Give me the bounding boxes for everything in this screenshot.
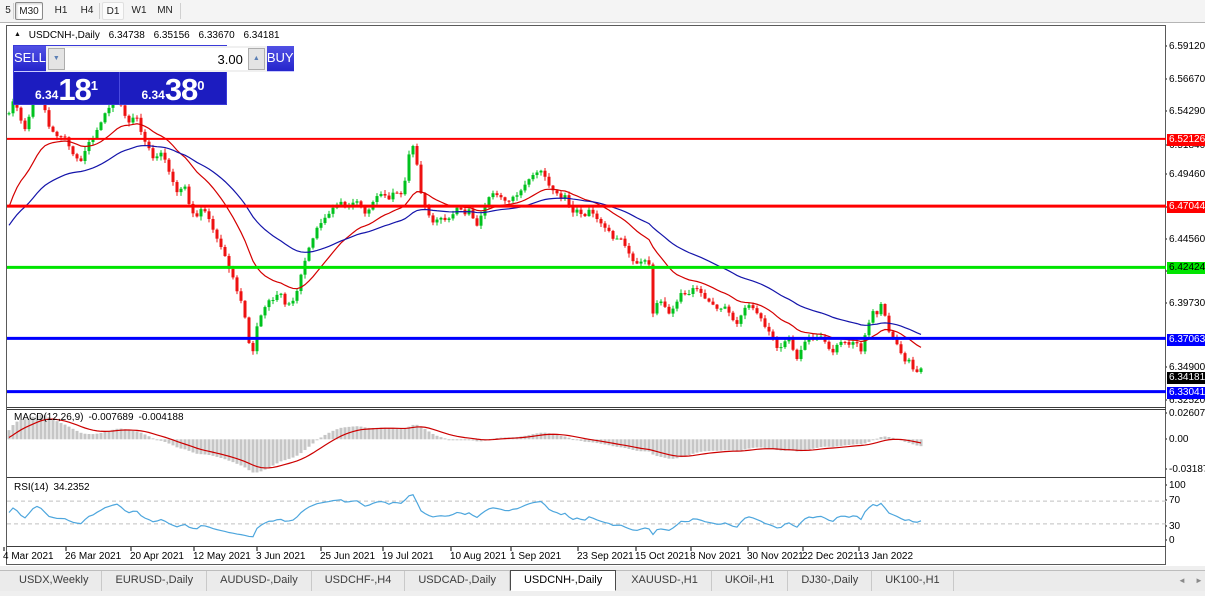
ohlc-low: 6.33670 bbox=[199, 30, 235, 41]
price-axis-label: 6.56670 bbox=[1169, 74, 1205, 85]
timeframe-button-W1[interactable]: W1 bbox=[128, 2, 150, 20]
timeframe-button-MN[interactable]: MN bbox=[154, 2, 176, 20]
indicator-axis-label: 0 bbox=[1169, 535, 1175, 546]
buy-price-sup: 0 bbox=[197, 78, 204, 93]
volume-stepper: ▼ ▲ bbox=[46, 46, 267, 72]
price-axis: 6.591206.566706.542906.518406.494606.470… bbox=[1167, 25, 1205, 565]
chart-title: ▲ USDCNH-,Daily 6.34738 6.35156 6.33670 … bbox=[14, 30, 280, 42]
date-axis-label: 10 Aug 2021 bbox=[450, 551, 506, 562]
sell-price-prefix: 6.34 bbox=[35, 88, 58, 102]
mt4-window: 5M30H1H4D1W1MN ▲ USDCNH-,Daily 6.34738 6… bbox=[0, 0, 1205, 596]
chart-tab-xauusd-h1[interactable]: XAUUSD-,H1 bbox=[618, 571, 712, 591]
price-level-badge: 6.33041 bbox=[1167, 387, 1205, 399]
volume-input[interactable] bbox=[65, 48, 248, 70]
price-level-badge: 6.52126 bbox=[1167, 134, 1205, 146]
date-axis-label: 12 May 2021 bbox=[193, 551, 251, 562]
date-axis-label: 3 Jun 2021 bbox=[256, 551, 306, 562]
price-axis-label: 6.59120 bbox=[1169, 41, 1205, 52]
buy-price-prefix: 6.34 bbox=[141, 88, 164, 102]
chart-tab-usdcad-daily[interactable]: USDCAD-,Daily bbox=[405, 571, 510, 591]
chart-symbol-label: USDCNH-,Daily bbox=[29, 30, 100, 41]
sell-price-display[interactable]: 6.34 18 1 bbox=[14, 72, 120, 105]
sell-price-sup: 1 bbox=[91, 78, 98, 93]
ohlc-high: 6.35156 bbox=[154, 30, 190, 41]
chart-tab-usdx-weekly[interactable]: USDX,Weekly bbox=[6, 571, 102, 591]
indicator-axis-label: 30 bbox=[1169, 521, 1180, 532]
collapse-panel-icon[interactable]: ▲ bbox=[14, 31, 21, 38]
timeframe-button-D1[interactable]: D1 bbox=[102, 2, 124, 20]
date-axis-label: 1 Sep 2021 bbox=[510, 551, 561, 562]
chart-tab-dj30-daily[interactable]: DJ30-,Daily bbox=[788, 571, 872, 591]
toolbar-separator bbox=[13, 3, 14, 19]
ohlc-close: 6.34181 bbox=[243, 30, 279, 41]
date-axis-label: 26 Mar 2021 bbox=[65, 551, 121, 562]
volume-increase-icon[interactable]: ▲ bbox=[248, 48, 265, 70]
timeframe-button-M30[interactable]: M30 bbox=[15, 2, 43, 20]
chart-tab-usdcnh-daily[interactable]: USDCNH-,Daily bbox=[510, 570, 616, 591]
timeframe-toolbar: 5M30H1H4D1W1MN bbox=[0, 0, 1205, 23]
buy-button[interactable]: BUY bbox=[267, 46, 294, 72]
date-axis-label: 8 Nov 2021 bbox=[690, 551, 741, 562]
buy-price-big: 38 bbox=[165, 75, 197, 105]
toolbar-separator bbox=[99, 3, 100, 19]
price-axis-label: 6.54290 bbox=[1169, 106, 1205, 117]
chart-tabbar: USDX,WeeklyEURUSD-,DailyAUDUSD-,DailyUSD… bbox=[0, 570, 1205, 591]
date-axis-label: 25 Jun 2021 bbox=[320, 551, 375, 562]
price-level-badge: 6.34181 bbox=[1167, 372, 1205, 384]
chart-tab-uk100-h1[interactable]: UK100-,H1 bbox=[872, 571, 953, 591]
chart-window: ▲ USDCNH-,Daily 6.34738 6.35156 6.33670 … bbox=[0, 24, 1205, 566]
price-level-badge: 6.42424 bbox=[1167, 262, 1205, 274]
indicator-axis-label: 70 bbox=[1169, 495, 1180, 506]
date-axis-label: 4 Mar 2021 bbox=[3, 551, 54, 562]
chart-tab-ukoil-h1[interactable]: UKOil-,H1 bbox=[712, 571, 789, 591]
price-level-badge: 6.47044 bbox=[1167, 201, 1205, 213]
volume-decrease-icon[interactable]: ▼ bbox=[48, 48, 65, 70]
price-axis-label: 6.49460 bbox=[1169, 169, 1205, 180]
macd-label: MACD(12,26,9)-0.007689-0.004188 bbox=[14, 412, 189, 423]
one-click-trade-panel: SELL ▼ ▲ BUY 6.34 18 1 6.34 38 0 bbox=[13, 45, 227, 105]
ohlc-open: 6.34738 bbox=[109, 30, 145, 41]
chart-tab-usdchf-h4[interactable]: USDCHF-,H4 bbox=[312, 571, 406, 591]
chart-tab-audusd-daily[interactable]: AUDUSD-,Daily bbox=[207, 571, 312, 591]
date-axis-label: 22 Dec 2021 bbox=[802, 551, 859, 562]
timeframe-button-H4[interactable]: H4 bbox=[76, 2, 98, 20]
price-axis-label: 6.44560 bbox=[1169, 234, 1205, 245]
toolbar-separator bbox=[180, 3, 181, 19]
sell-price-big: 18 bbox=[58, 75, 90, 105]
timeframe-button-H1[interactable]: H1 bbox=[50, 2, 72, 20]
chart-tab-eurusd-daily[interactable]: EURUSD-,Daily bbox=[102, 571, 207, 591]
price-axis-label: 6.39730 bbox=[1169, 298, 1205, 309]
tabbar-scroll-left-icon[interactable]: ◄ bbox=[1178, 576, 1186, 585]
date-axis-label: 30 Nov 2021 bbox=[747, 551, 804, 562]
sell-button[interactable]: SELL bbox=[14, 46, 46, 72]
tabbar-scroll-right-icon[interactable]: ► bbox=[1195, 576, 1203, 585]
price-level-badge: 6.37063 bbox=[1167, 334, 1205, 346]
date-axis-label: 19 Jul 2021 bbox=[382, 551, 434, 562]
indicator-axis-label: 0.02607 bbox=[1169, 408, 1205, 419]
indicator-axis-label: -0.03187 bbox=[1169, 464, 1205, 475]
buy-price-display[interactable]: 6.34 38 0 bbox=[120, 72, 226, 105]
date-axis-label: 20 Apr 2021 bbox=[130, 551, 184, 562]
date-axis-label: 15 Oct 2021 bbox=[635, 551, 689, 562]
date-axis-label: 13 Jan 2022 bbox=[858, 551, 913, 562]
indicator-axis-label: 0.00 bbox=[1169, 434, 1188, 445]
indicator-axis-label: 100 bbox=[1169, 480, 1186, 491]
rsi-label: RSI(14)34.2352 bbox=[14, 482, 95, 493]
date-axis-label: 23 Sep 2021 bbox=[577, 551, 634, 562]
